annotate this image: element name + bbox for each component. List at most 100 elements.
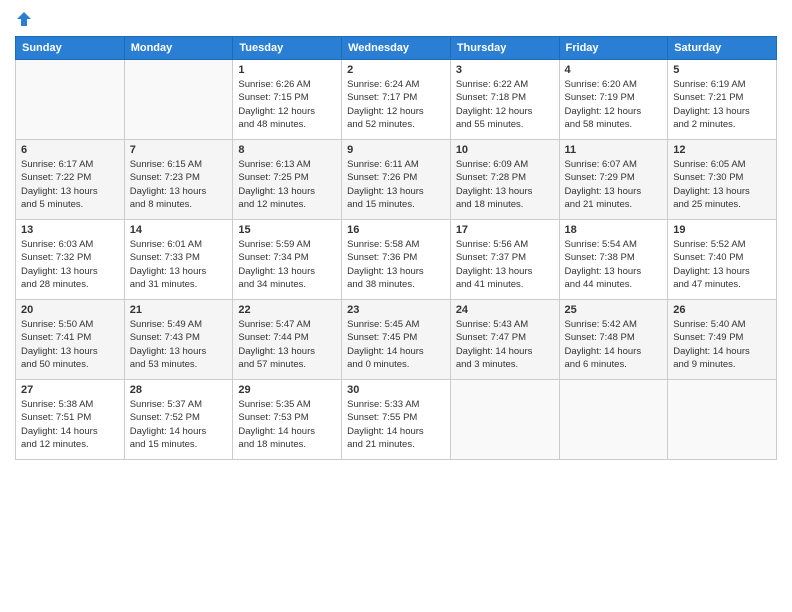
day-number: 5 (673, 64, 771, 76)
calendar-cell: 5 Sunrise: 6:19 AM Sunset: 7:21 PM Daylig… (668, 60, 777, 140)
day-info: Sunrise: 5:35 AM Sunset: 7:53 PM Dayligh… (238, 398, 336, 451)
day-info: Sunrise: 5:40 AM Sunset: 7:49 PM Dayligh… (673, 318, 771, 371)
day-number: 1 (238, 64, 336, 76)
calendar-cell: 16 Sunrise: 5:58 AM Sunset: 7:36 PM Dayli… (342, 220, 451, 300)
day-info: Sunrise: 6:22 AM Sunset: 7:18 PM Dayligh… (456, 78, 554, 131)
calendar-week-row: 1 Sunrise: 6:26 AM Sunset: 7:15 PM Daylig… (16, 60, 777, 140)
day-info: Sunrise: 5:42 AM Sunset: 7:48 PM Dayligh… (565, 318, 663, 371)
day-number: 27 (21, 384, 119, 396)
calendar-cell: 9 Sunrise: 6:11 AM Sunset: 7:26 PM Daylig… (342, 140, 451, 220)
calendar-week-row: 13 Sunrise: 6:03 AM Sunset: 7:32 PM Dayli… (16, 220, 777, 300)
calendar-cell: 1 Sunrise: 6:26 AM Sunset: 7:15 PM Daylig… (233, 60, 342, 140)
calendar-cell: 11 Sunrise: 6:07 AM Sunset: 7:29 PM Dayli… (559, 140, 668, 220)
day-number: 15 (238, 224, 336, 236)
day-info: Sunrise: 6:03 AM Sunset: 7:32 PM Dayligh… (21, 238, 119, 291)
day-info: Sunrise: 6:26 AM Sunset: 7:15 PM Dayligh… (238, 78, 336, 131)
day-number: 9 (347, 144, 445, 156)
day-info: Sunrise: 5:58 AM Sunset: 7:36 PM Dayligh… (347, 238, 445, 291)
day-info: Sunrise: 6:15 AM Sunset: 7:23 PM Dayligh… (130, 158, 228, 211)
day-number: 24 (456, 304, 554, 316)
calendar-cell: 19 Sunrise: 5:52 AM Sunset: 7:40 PM Dayli… (668, 220, 777, 300)
day-info: Sunrise: 6:05 AM Sunset: 7:30 PM Dayligh… (673, 158, 771, 211)
calendar-cell: 27 Sunrise: 5:38 AM Sunset: 7:51 PM Dayli… (16, 380, 125, 460)
logo (15, 10, 37, 28)
calendar-cell: 4Sunrise: 6:20 AM Sunset: 7:19 PM Daylig… (559, 60, 668, 140)
day-number: 2 (347, 64, 445, 76)
calendar-header-saturday: Saturday (668, 37, 777, 60)
day-info: Sunrise: 6:24 AM Sunset: 7:17 PM Dayligh… (347, 78, 445, 131)
day-info: Sunrise: 5:54 AM Sunset: 7:38 PM Dayligh… (565, 238, 663, 291)
day-info: Sunrise: 5:33 AM Sunset: 7:55 PM Dayligh… (347, 398, 445, 451)
day-number: 10 (456, 144, 554, 156)
day-number: 29 (238, 384, 336, 396)
calendar-cell: 3 Sunrise: 6:22 AM Sunset: 7:18 PM Daylig… (450, 60, 559, 140)
day-info: Sunrise: 5:50 AM Sunset: 7:41 PM Dayligh… (21, 318, 119, 371)
calendar-header-row: SundayMondayTuesdayWednesdayThursdayFrid… (16, 37, 777, 60)
calendar-header-tuesday: Tuesday (233, 37, 342, 60)
day-number: 30 (347, 384, 445, 396)
calendar-table: SundayMondayTuesdayWednesdayThursdayFrid… (15, 36, 777, 460)
calendar-cell: 22 Sunrise: 5:47 AM Sunset: 7:44 PM Dayli… (233, 300, 342, 380)
calendar-cell: 23Sunrise: 5:45 AM Sunset: 7:45 PM Dayli… (342, 300, 451, 380)
calendar-cell: 12 Sunrise: 6:05 AM Sunset: 7:30 PM Dayli… (668, 140, 777, 220)
day-info: Sunrise: 6:19 AM Sunset: 7:21 PM Dayligh… (673, 78, 771, 131)
day-number: 12 (673, 144, 771, 156)
calendar-week-row: 6Sunrise: 6:17 AM Sunset: 7:22 PM Daylig… (16, 140, 777, 220)
calendar-header-sunday: Sunday (16, 37, 125, 60)
calendar-cell: 2 Sunrise: 6:24 AM Sunset: 7:17 PM Daylig… (342, 60, 451, 140)
day-info: Sunrise: 5:52 AM Sunset: 7:40 PM Dayligh… (673, 238, 771, 291)
calendar-week-row: 20 Sunrise: 5:50 AM Sunset: 7:41 PM Dayli… (16, 300, 777, 380)
day-info: Sunrise: 5:49 AM Sunset: 7:43 PM Dayligh… (130, 318, 228, 371)
calendar-cell: 21 Sunrise: 5:49 AM Sunset: 7:43 PM Dayli… (124, 300, 233, 380)
calendar-cell: 13 Sunrise: 6:03 AM Sunset: 7:32 PM Dayli… (16, 220, 125, 300)
day-number: 8 (238, 144, 336, 156)
day-info: Sunrise: 6:20 AM Sunset: 7:19 PM Dayligh… (565, 78, 663, 131)
calendar-header-thursday: Thursday (450, 37, 559, 60)
calendar-cell: 26 Sunrise: 5:40 AM Sunset: 7:49 PM Dayli… (668, 300, 777, 380)
day-number: 25 (565, 304, 663, 316)
calendar-cell: 10 Sunrise: 6:09 AM Sunset: 7:28 PM Dayli… (450, 140, 559, 220)
day-number: 14 (130, 224, 228, 236)
day-number: 16 (347, 224, 445, 236)
day-info: Sunrise: 5:47 AM Sunset: 7:44 PM Dayligh… (238, 318, 336, 371)
day-number: 3 (456, 64, 554, 76)
day-number: 20 (21, 304, 119, 316)
calendar-cell: 30 Sunrise: 5:33 AM Sunset: 7:55 PM Dayli… (342, 380, 451, 460)
calendar-header-wednesday: Wednesday (342, 37, 451, 60)
day-number: 21 (130, 304, 228, 316)
calendar-cell: 29 Sunrise: 5:35 AM Sunset: 7:53 PM Dayli… (233, 380, 342, 460)
day-info: Sunrise: 6:07 AM Sunset: 7:29 PM Dayligh… (565, 158, 663, 211)
day-number: 17 (456, 224, 554, 236)
page: SundayMondayTuesdayWednesdayThursdayFrid… (0, 0, 792, 612)
day-number: 18 (565, 224, 663, 236)
day-info: Sunrise: 6:01 AM Sunset: 7:33 PM Dayligh… (130, 238, 228, 291)
day-number: 19 (673, 224, 771, 236)
day-number: 28 (130, 384, 228, 396)
day-number: 22 (238, 304, 336, 316)
calendar-cell: 8 Sunrise: 6:13 AM Sunset: 7:25 PM Daylig… (233, 140, 342, 220)
calendar-cell: 18 Sunrise: 5:54 AM Sunset: 7:38 PM Dayli… (559, 220, 668, 300)
calendar-cell: 28Sunrise: 5:37 AM Sunset: 7:52 PM Dayli… (124, 380, 233, 460)
calendar-cell (559, 380, 668, 460)
calendar-cell (668, 380, 777, 460)
calendar-cell (124, 60, 233, 140)
calendar-cell: 25 Sunrise: 5:42 AM Sunset: 7:48 PM Dayli… (559, 300, 668, 380)
calendar-cell: 24 Sunrise: 5:43 AM Sunset: 7:47 PM Dayli… (450, 300, 559, 380)
calendar-cell: 6Sunrise: 6:17 AM Sunset: 7:22 PM Daylig… (16, 140, 125, 220)
day-info: Sunrise: 6:11 AM Sunset: 7:26 PM Dayligh… (347, 158, 445, 211)
calendar-cell (16, 60, 125, 140)
day-info: Sunrise: 5:43 AM Sunset: 7:47 PM Dayligh… (456, 318, 554, 371)
day-info: Sunrise: 6:13 AM Sunset: 7:25 PM Dayligh… (238, 158, 336, 211)
day-number: 6 (21, 144, 119, 156)
day-number: 26 (673, 304, 771, 316)
day-info: Sunrise: 6:09 AM Sunset: 7:28 PM Dayligh… (456, 158, 554, 211)
calendar-cell (450, 380, 559, 460)
logo-icon (15, 10, 33, 28)
calendar-cell: 17Sunrise: 5:56 AM Sunset: 7:37 PM Dayli… (450, 220, 559, 300)
day-number: 13 (21, 224, 119, 236)
calendar-header-monday: Monday (124, 37, 233, 60)
day-number: 7 (130, 144, 228, 156)
day-number: 11 (565, 144, 663, 156)
calendar-cell: 7 Sunrise: 6:15 AM Sunset: 7:23 PM Daylig… (124, 140, 233, 220)
day-info: Sunrise: 5:38 AM Sunset: 7:51 PM Dayligh… (21, 398, 119, 451)
